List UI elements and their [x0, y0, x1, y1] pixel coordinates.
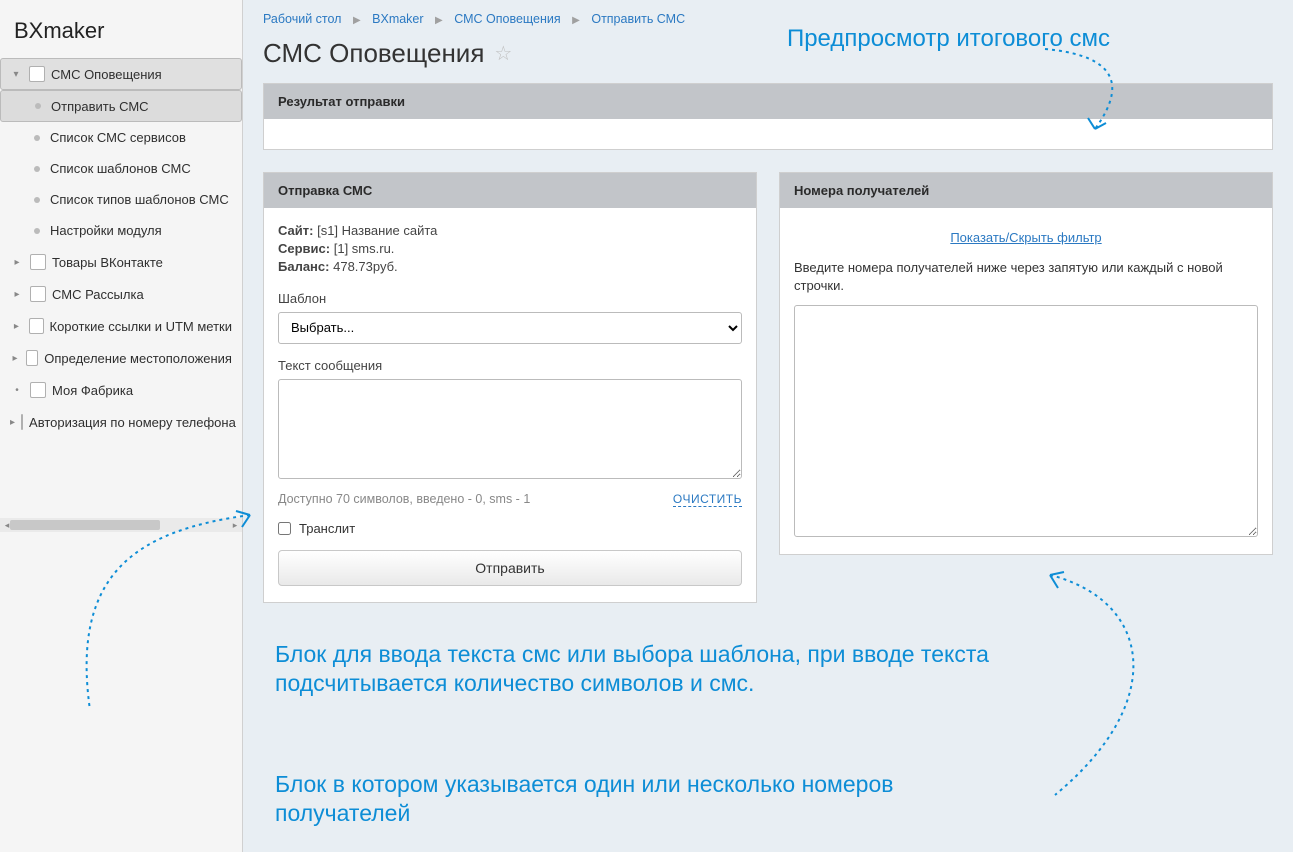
- chevron-right-icon: ▶: [572, 15, 580, 26]
- sidebar-sub-templates[interactable]: Список шаблонов СМС: [0, 153, 242, 184]
- sidebar-item-label: Определение местоположения: [44, 351, 232, 366]
- sidebar-item-label: СМС Рассылка: [52, 287, 144, 302]
- folder-icon: [29, 66, 45, 82]
- folder-icon: [21, 414, 23, 430]
- nav-tree: ▾ СМС Оповещения Отправить СМС Список СМ…: [0, 58, 242, 438]
- folder-icon: [30, 254, 46, 270]
- send-button[interactable]: Отправить: [278, 550, 742, 586]
- recipients-hint: Введите номера получателей ниже через за…: [794, 259, 1258, 295]
- sidebar: BXmaker ▾ СМС Оповещения Отправить СМС С…: [0, 0, 243, 852]
- dot-icon: [34, 166, 40, 172]
- folder-icon: [29, 318, 44, 334]
- sidebar-hscrollbar[interactable]: ◂ ▸: [0, 518, 242, 532]
- result-panel-body: [264, 119, 1272, 149]
- sidebar-item-shortlinks[interactable]: ▸ Короткие ссылки и UTM метки: [0, 310, 242, 342]
- chevron-down-icon: ▾: [9, 69, 23, 80]
- site-info: Сайт: [s1] Название сайта: [278, 222, 742, 240]
- breadcrumb: Рабочий стол ▶ BXmaker ▶ СМС Оповещения …: [263, 12, 1273, 26]
- sidebar-item-sms-mailing[interactable]: ▸ СМС Рассылка: [0, 278, 242, 310]
- sidebar-item-vkontakte[interactable]: ▸ Товары ВКонтакте: [0, 246, 242, 278]
- sidebar-item-label: Короткие ссылки и UTM метки: [50, 319, 233, 334]
- message-textarea[interactable]: [278, 379, 742, 479]
- chevron-right-icon: ▸: [10, 257, 24, 268]
- dot-icon: [35, 103, 41, 109]
- translit-checkbox[interactable]: [278, 522, 291, 535]
- chevron-right-icon: ▶: [353, 15, 361, 26]
- dot-icon: [34, 228, 40, 234]
- panel-title: Отправка СМС: [264, 173, 756, 208]
- balance-info: Баланс: 478.73руб.: [278, 258, 742, 276]
- recipients-textarea[interactable]: [794, 305, 1258, 537]
- panel-title: Номера получателей: [780, 173, 1272, 208]
- sidebar-item-label: Авторизация по номеру телефона: [29, 415, 236, 430]
- folder-icon: [30, 286, 46, 302]
- dot-icon: [34, 197, 40, 203]
- star-icon[interactable]: ☆: [494, 41, 512, 66]
- sidebar-item-label: Товары ВКонтакте: [52, 255, 163, 270]
- page-title: СМС Оповещения ☆: [263, 38, 1273, 69]
- service-info: Сервис: [1] sms.ru.: [278, 240, 742, 258]
- sidebar-item-label: Моя Фабрика: [52, 383, 133, 398]
- chevron-right-icon: ▸: [10, 417, 15, 428]
- result-panel: Результат отправки: [263, 83, 1273, 150]
- chevron-right-icon: ▸: [10, 321, 23, 332]
- scrollbar-thumb[interactable]: [10, 520, 160, 530]
- sidebar-item-label: Список СМС сервисов: [50, 130, 186, 145]
- sidebar-item-fabrika[interactable]: • Моя Фабрика: [0, 374, 242, 406]
- scroll-right-icon[interactable]: ▸: [228, 518, 242, 532]
- sidebar-item-sms-notify[interactable]: ▾ СМС Оповещения: [0, 58, 242, 90]
- chevron-right-icon: ▸: [10, 353, 20, 364]
- sidebar-item-label: Отправить СМС: [51, 99, 149, 114]
- page-title-text: СМС Оповещения: [263, 38, 484, 69]
- template-select[interactable]: Выбрать...: [278, 312, 742, 344]
- sidebar-sub-settings[interactable]: Настройки модуля: [0, 215, 242, 246]
- recipients-panel: Номера получателей Показать/Скрыть фильт…: [779, 172, 1273, 555]
- folder-icon: [26, 350, 38, 366]
- sidebar-item-label: СМС Оповещения: [51, 67, 162, 82]
- sidebar-item-geo[interactable]: ▸ Определение местоположения: [0, 342, 242, 374]
- brand: BXmaker: [0, 0, 242, 58]
- send-panel: Отправка СМС Сайт: [s1] Название сайта С…: [263, 172, 757, 603]
- sidebar-item-label: Настройки модуля: [50, 223, 162, 238]
- dot-icon: [34, 135, 40, 141]
- sidebar-item-label: Список типов шаблонов СМС: [50, 192, 229, 207]
- chevron-right-icon: ▶: [435, 15, 443, 26]
- dot-icon: •: [10, 385, 24, 396]
- template-label: Шаблон: [278, 291, 742, 306]
- main-content: Рабочий стол ▶ BXmaker ▶ СМС Оповещения …: [243, 0, 1293, 852]
- message-label: Текст сообщения: [278, 358, 742, 373]
- sidebar-sub-send-sms[interactable]: Отправить СМС: [0, 90, 242, 122]
- sidebar-sub-services[interactable]: Список СМС сервисов: [0, 122, 242, 153]
- clear-link[interactable]: ОЧИСТИТЬ: [673, 492, 742, 507]
- panel-title: Результат отправки: [264, 84, 1272, 119]
- breadcrumb-link[interactable]: Отправить СМС: [591, 12, 685, 26]
- sidebar-item-label: Список шаблонов СМС: [50, 161, 191, 176]
- translit-label: Транслит: [299, 521, 355, 536]
- folder-icon: [30, 382, 46, 398]
- filter-toggle-link[interactable]: Показать/Скрыть фильтр: [794, 222, 1258, 253]
- breadcrumb-link[interactable]: BXmaker: [372, 12, 423, 26]
- breadcrumb-link[interactable]: СМС Оповещения: [454, 12, 560, 26]
- sidebar-item-phone-auth[interactable]: ▸ Авторизация по номеру телефона: [0, 406, 242, 438]
- char-counter: Доступно 70 символов, введено - 0, sms -…: [278, 492, 530, 506]
- breadcrumb-link[interactable]: Рабочий стол: [263, 12, 341, 26]
- chevron-right-icon: ▸: [10, 289, 24, 300]
- sidebar-sub-template-types[interactable]: Список типов шаблонов СМС: [0, 184, 242, 215]
